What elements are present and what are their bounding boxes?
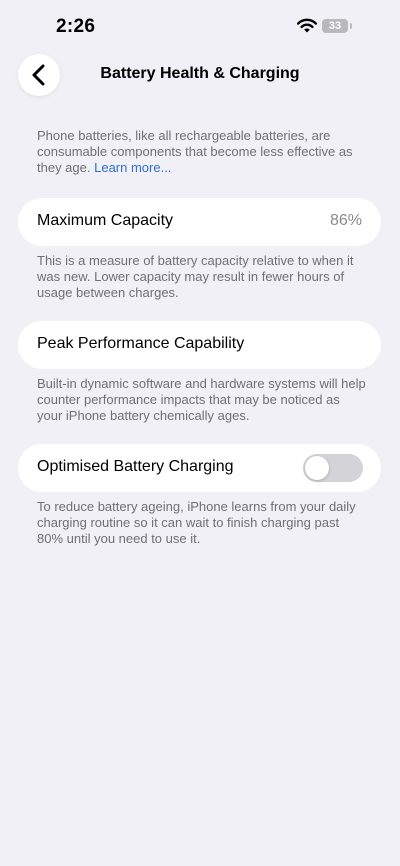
learn-more-link[interactable]: Learn more...: [94, 160, 171, 175]
wifi-icon: [297, 18, 317, 33]
maximum-capacity-label: Maximum Capacity: [37, 212, 174, 229]
maximum-capacity-row: Maximum Capacity 86%: [18, 198, 381, 246]
battery-level: 33: [328, 20, 342, 32]
optimised-charging-footnote: To reduce battery ageing, iPhone learns …: [37, 499, 356, 546]
peak-performance-row[interactable]: Peak Performance Capability: [18, 321, 381, 369]
battery-icon: 33: [322, 19, 348, 33]
page-title: Battery Health & Charging: [100, 65, 300, 82]
status-time: 2:26: [56, 16, 96, 37]
maximum-capacity-value: 86%: [329, 212, 362, 229]
peak-performance-footnote: Built-in dynamic software and hardware s…: [37, 376, 366, 423]
optimised-charging-row: Optimised Battery Charging: [18, 444, 381, 492]
optimised-charging-label: Optimised Battery Charging: [37, 458, 234, 475]
toggle-knob: [305, 456, 329, 480]
battery-nub: [350, 23, 352, 29]
status-bar: 2:26 33: [0, 0, 400, 52]
maximum-capacity-footnote: This is a measure of battery capacity re…: [37, 253, 354, 300]
intro-description: Phone batteries, like all rechargeable b…: [37, 128, 353, 175]
intro-text: Phone batteries, like all rechargeable b…: [37, 128, 367, 176]
optimised-charging-toggle[interactable]: [303, 454, 363, 482]
peak-performance-label: Peak Performance Capability: [37, 335, 245, 352]
